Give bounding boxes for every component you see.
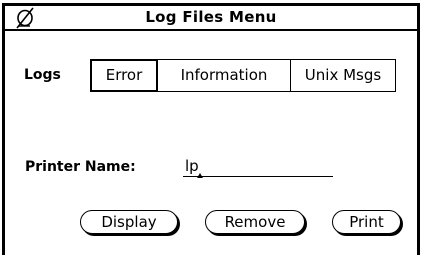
- title-bar: Log Files Menu: [5, 6, 417, 31]
- display-button[interactable]: Display: [80, 210, 178, 234]
- log-option-error[interactable]: Error: [90, 59, 158, 92]
- text-caret-icon: [197, 173, 203, 178]
- printer-name-field[interactable]: lp: [183, 155, 333, 179]
- printer-name-underline: [183, 176, 333, 177]
- log-option-unix-msgs[interactable]: Unix Msgs: [291, 60, 395, 91]
- log-option-information[interactable]: Information: [158, 60, 291, 91]
- logs-label: Logs: [24, 67, 61, 83]
- log-files-window: Log Files Menu Logs Error Information Un…: [2, 3, 420, 255]
- remove-button[interactable]: Remove: [205, 210, 305, 234]
- printer-name-label: Printer Name:: [25, 159, 136, 175]
- window-title: Log Files Menu: [145, 8, 277, 26]
- log-type-selector: Error Information Unix Msgs: [90, 59, 396, 92]
- print-button[interactable]: Print: [332, 210, 401, 234]
